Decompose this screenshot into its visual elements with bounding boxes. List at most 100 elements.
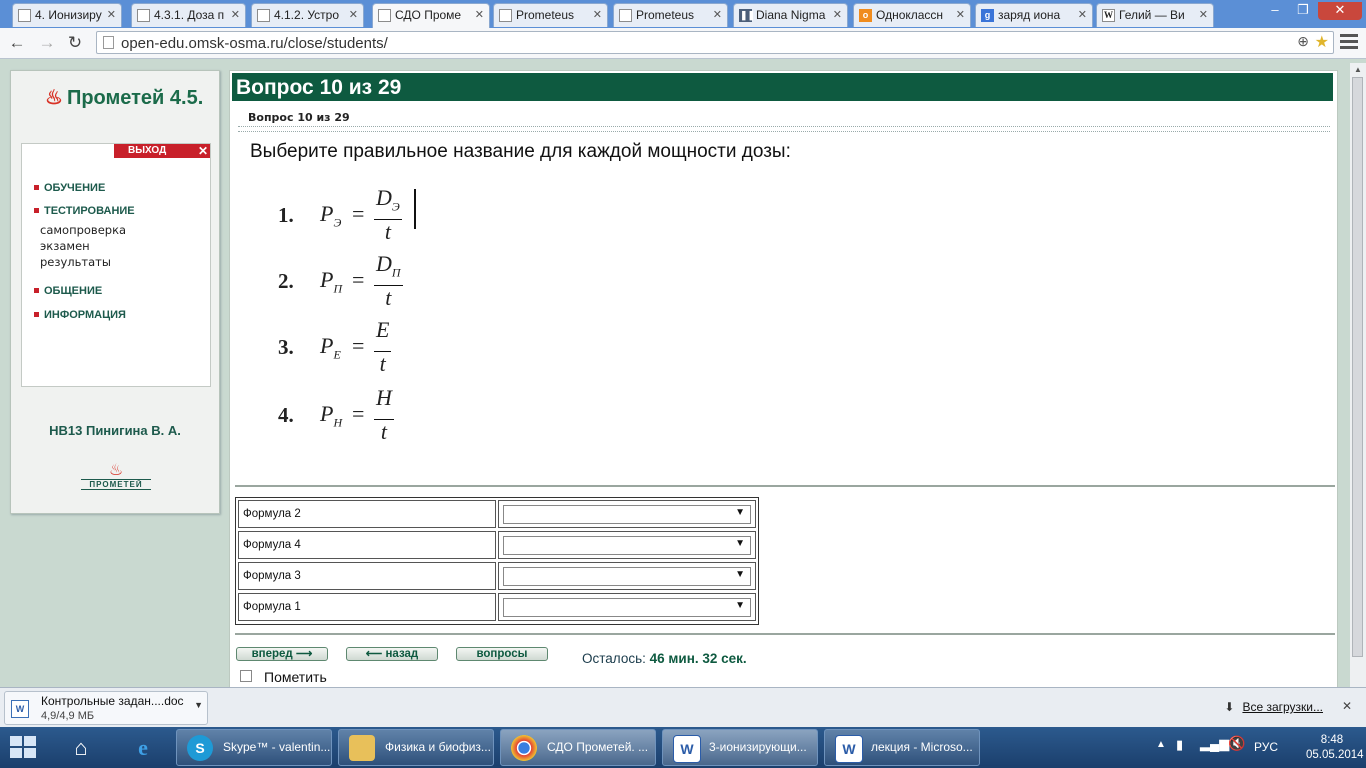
- formula-p: P: [320, 401, 334, 426]
- text-cursor: [414, 189, 416, 229]
- all-downloads-link[interactable]: ⬇ Все загрузки...: [1224, 700, 1323, 714]
- menu-item-testing[interactable]: ТЕСТИРОВАНИЕ: [34, 205, 135, 217]
- restore-icon[interactable]: ❐: [1290, 2, 1316, 20]
- browser-tab-active[interactable]: СДО Проме ✕: [372, 3, 490, 30]
- menu-label: ТЕСТИРОВАНИЕ: [44, 205, 135, 217]
- menu-item-information[interactable]: ИНФОРМАЦИЯ: [34, 309, 126, 321]
- question-panel: Вопрос 10 из 29 Вопрос 10 из 29 Выберите…: [229, 70, 1338, 689]
- bottom-logo: ♨ ПРОМЕТЕЙ: [81, 463, 151, 493]
- tab-label: Prometeus: [516, 8, 575, 22]
- numerator-letter: H: [376, 385, 392, 410]
- taskbar-task-active[interactable]: СДО Прометей. ...: [500, 729, 656, 766]
- close-icon[interactable]: ✕: [833, 4, 842, 27]
- back-button[interactable]: ⟵ назад: [346, 647, 438, 661]
- formula-number: 3.: [278, 335, 294, 359]
- close-icon[interactable]: ✕: [231, 4, 240, 27]
- formula-lhs: PE: [320, 333, 341, 362]
- browser-tab[interactable]: Prometeus ✕: [613, 3, 728, 27]
- show-hidden-icons-icon[interactable]: ▲: [1156, 739, 1166, 750]
- menu-item-communication[interactable]: ОБЩЕНИЕ: [34, 285, 102, 297]
- document-icon: [499, 9, 512, 22]
- questions-button[interactable]: вопросы: [456, 647, 548, 661]
- exit-button[interactable]: ВЫХОД ✕: [114, 144, 210, 158]
- battery-icon[interactable]: ▮: [1176, 737, 1183, 753]
- close-icon[interactable]: ✕: [107, 4, 116, 27]
- minimize-icon[interactable]: ‒: [1262, 2, 1288, 20]
- chevron-down-icon[interactable]: ▼: [194, 700, 203, 710]
- bookmark-star-icon[interactable]: ★: [1315, 32, 1329, 52]
- formula-p: P: [320, 333, 334, 358]
- bottom-logo-text: ПРОМЕТЕЙ: [81, 479, 151, 490]
- home-icon[interactable]: ⌂: [56, 730, 106, 766]
- url-text[interactable]: open-edu.omsk-osma.ru/close/students/: [121, 35, 388, 52]
- close-icon[interactable]: ✕: [1199, 4, 1208, 27]
- matching-table: Формула 2 ▼ Формула 4 ▼ Формула 3 ▼ Форм…: [235, 497, 759, 625]
- equals-sign: =: [352, 401, 365, 426]
- document-icon: [137, 9, 150, 22]
- page-scrollbar[interactable]: ▲: [1350, 63, 1366, 687]
- document-icon: [619, 9, 632, 22]
- scroll-up-icon[interactable]: ▲: [1354, 65, 1362, 74]
- flame-icon: ♨: [108, 462, 124, 479]
- browser-tab[interactable]: 4. Ионизиру ✕: [12, 3, 122, 27]
- download-item[interactable]: W Контрольные задан....doc 4,9/4,9 МБ ▼: [4, 691, 208, 725]
- scrollbar-thumb[interactable]: [1352, 77, 1363, 657]
- menu-sub-results[interactable]: результаты: [40, 255, 111, 269]
- questions-label: вопросы: [476, 648, 528, 660]
- language-indicator[interactable]: РУС: [1254, 740, 1278, 754]
- close-icon[interactable]: ✕: [1342, 699, 1352, 713]
- windows-start-icon[interactable]: [10, 736, 38, 758]
- sidebar-menu: ВЫХОД ✕ ОБУЧЕНИЕ ТЕСТИРОВАНИЕ самопровер…: [21, 143, 211, 387]
- close-icon[interactable]: ✕: [349, 4, 358, 27]
- menu-sub-exam[interactable]: экзамен: [40, 239, 90, 253]
- close-icon[interactable]: ✕: [956, 4, 965, 27]
- browser-tab[interactable]: W Гелий — Ви ✕: [1096, 3, 1214, 27]
- close-icon[interactable]: ✕: [593, 4, 602, 27]
- close-icon[interactable]: ✕: [475, 4, 484, 27]
- question-subheader: Вопрос 10 из 29: [248, 111, 350, 124]
- forward-button[interactable]: вперед ⟶: [236, 647, 328, 661]
- section-divider: [235, 633, 1335, 635]
- browser-tab[interactable]: g заряд иона ✕: [975, 3, 1093, 27]
- answer-select[interactable]: ▼: [503, 536, 751, 555]
- taskbar-task[interactable]: Физика и биофиз...: [338, 729, 494, 766]
- answer-select[interactable]: ▼: [503, 505, 751, 524]
- menu-icon[interactable]: [1340, 34, 1358, 52]
- document-icon: [257, 9, 270, 22]
- menu-item-learning[interactable]: ОБУЧЕНИЕ: [34, 182, 105, 194]
- checkbox-icon[interactable]: [240, 670, 252, 682]
- browser-tab[interactable]: 4.3.1. Доза п ✕: [131, 3, 246, 27]
- pause-icon: ❚❚: [739, 9, 756, 22]
- taskbar-task[interactable]: S Skype™ - valentin...: [176, 729, 332, 766]
- task-label: СДО Прометей. ...: [547, 740, 649, 754]
- internet-explorer-icon[interactable]: e: [118, 730, 168, 766]
- formula-label: Формула 3: [238, 562, 496, 590]
- forward-arrow-icon[interactable]: →: [36, 32, 58, 54]
- close-icon[interactable]: ✕: [713, 4, 722, 27]
- formula-4: 4. PH = H t: [278, 381, 478, 444]
- volume-muted-icon[interactable]: 🔇: [1228, 735, 1245, 752]
- dropdown-arrow-icon: ▼: [735, 600, 745, 611]
- formula-p-sub: H: [333, 415, 343, 430]
- formula-label: Формула 4: [238, 531, 496, 559]
- clock-date: 05.05.2014: [1306, 749, 1364, 761]
- browser-tab[interactable]: 4.1.2. Устро ✕: [251, 3, 364, 27]
- numerator-sub: Э: [391, 199, 400, 214]
- browser-tab[interactable]: Prometeus ✕: [493, 3, 608, 27]
- window-close-icon[interactable]: ✕: [1318, 2, 1362, 20]
- clock[interactable]: 8:48 05.05.2014: [1306, 733, 1364, 763]
- browser-tab[interactable]: о Одноклассн ✕: [853, 3, 971, 27]
- zoom-icon[interactable]: ⊕: [1297, 33, 1309, 50]
- back-arrow-icon[interactable]: ←: [6, 32, 28, 54]
- address-bar[interactable]: open-edu.omsk-osma.ru/close/students/ ⊕ …: [96, 31, 1334, 54]
- close-icon[interactable]: ✕: [1078, 4, 1087, 27]
- browser-tab[interactable]: ❚❚ Diana Nigma ✕: [733, 3, 848, 27]
- reload-icon[interactable]: ↻: [64, 32, 86, 54]
- signal-icon[interactable]: ▂▄▆: [1200, 736, 1229, 752]
- taskbar-task[interactable]: W лекция - Microso...: [824, 729, 980, 766]
- mark-checkbox[interactable]: Пометить: [240, 669, 327, 685]
- answer-select[interactable]: ▼: [503, 567, 751, 586]
- taskbar-task[interactable]: W 3-ионизирующи...: [662, 729, 818, 766]
- menu-sub-self-check[interactable]: самопроверка: [40, 223, 126, 237]
- answer-select[interactable]: ▼: [503, 598, 751, 617]
